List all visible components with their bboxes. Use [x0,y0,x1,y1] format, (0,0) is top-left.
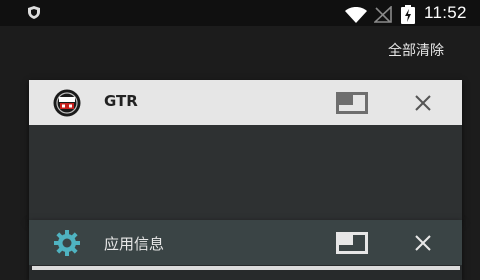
status-bar: 11:52 [0,0,480,26]
close-icon[interactable] [411,93,435,113]
status-time: 11:52 [424,3,467,22]
battery-charging-icon [401,5,415,24]
app-preview [32,266,460,270]
wifi-icon [345,7,367,23]
split-screen-icon[interactable] [335,91,369,115]
app-title: GTR [104,92,138,110]
recent-card-app-info[interactable]: 应用信息 [29,220,462,280]
recent-card-header[interactable]: 应用信息 [29,220,462,265]
app-title: 应用信息 [104,235,165,253]
gtr-app-icon [53,89,81,117]
split-screen-icon[interactable] [335,231,369,255]
app-preview[interactable] [29,125,462,222]
no-signal-icon [374,6,392,23]
clear-all-button[interactable]: 全部清除 [388,40,444,60]
recent-card-gtr[interactable]: GTR [29,80,462,222]
recent-card-header[interactable]: GTR [29,80,462,125]
shield-icon [28,6,40,19]
gear-icon [54,230,80,256]
close-icon[interactable] [411,233,435,253]
